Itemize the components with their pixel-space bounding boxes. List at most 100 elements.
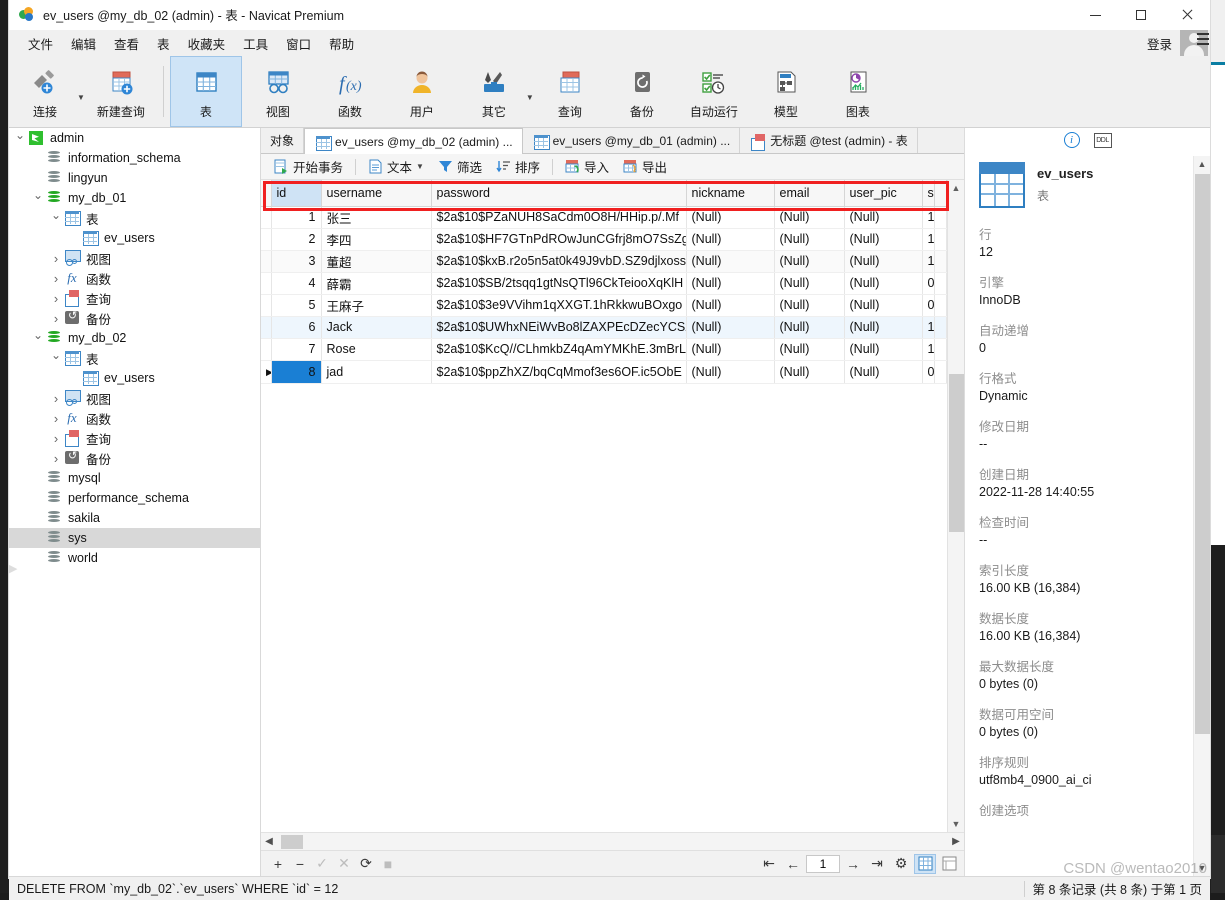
cell-nickname[interactable]: (Null) [686,272,775,295]
export-button[interactable]: 导出 [616,155,674,178]
cell-username[interactable]: 薛霸 [321,272,432,295]
ribbon-query-button[interactable]: 查询 [534,56,606,127]
ddl-tab-icon[interactable]: DDL [1093,132,1112,148]
login-link[interactable]: 登录 [1147,34,1174,53]
scroll-up-icon[interactable]: ▲ [1194,156,1210,172]
tree-item--[interactable]: 表 [9,208,260,228]
editor-tab-1[interactable]: ev_users @my_db_02 (admin) ... [304,128,523,154]
cell-nickname[interactable]: (Null) [686,294,775,317]
chevron-right-icon[interactable] [49,431,63,446]
cell-user_pic[interactable]: (Null) [844,206,923,229]
tree-item-lingyun[interactable]: lingyun [9,168,260,188]
hscroll-thumb[interactable] [281,834,303,849]
cell-user_pic[interactable]: (Null) [844,316,923,339]
cell-id[interactable]: 4 [271,272,322,295]
menu-window[interactable]: 窗口 [277,32,320,55]
ribbon-other-button[interactable]: 其它 [458,56,530,127]
scroll-down-icon[interactable]: ▼ [948,816,964,832]
cell-status[interactable]: 0 [922,272,935,295]
table-row[interactable]: 6 Jack $2a$10$UWhxNEiWvBo8lZAXPEcDZecYCSz(… [261,316,948,339]
tree-item--[interactable]: 备份 [9,308,260,328]
filter-button[interactable]: 筛选 [431,155,489,178]
table-row[interactable]: 1 张三 $2a$10$PZaNUH8SaCdm0O8H/HHip.p/.Mf (Nu… [261,206,948,229]
cell-username[interactable]: 张三 [321,206,432,229]
row-marker[interactable] [261,228,272,251]
tree-item--[interactable]: fx 函数 [9,408,260,428]
cell-id[interactable]: 8 [271,360,322,384]
cell-user_pic[interactable]: (Null) [844,360,923,384]
tree-item-performance_schema[interactable]: performance_schema [9,488,260,508]
cell-nickname[interactable]: (Null) [686,250,775,273]
table-row[interactable]: 5 王麻子 $2a$10$3e9VVihm1qXXGT.1hRkkwuBOxgo (N… [261,294,948,317]
cell-email[interactable]: (Null) [774,338,845,361]
tree-item--[interactable]: 查询 [9,428,260,448]
cell-id[interactable]: 3 [271,250,322,273]
sort-button[interactable]: 排序 [489,155,547,178]
cell-status[interactable]: 1 [922,338,935,361]
tree-item-my_db_02[interactable]: my_db_02 [9,328,260,348]
menu-view[interactable]: 查看 [105,32,148,55]
cell-id[interactable]: 5 [271,294,322,317]
close-button[interactable] [1164,0,1210,30]
grid-vertical-scrollbar[interactable]: ▲ ▼ [947,180,964,832]
cell-status[interactable]: 1 [922,250,935,273]
tree-item-my_db_01[interactable]: my_db_01 [9,188,260,208]
column-header-email[interactable]: email [774,180,845,207]
row-marker[interactable] [261,206,272,229]
cell-username[interactable]: jad [321,360,432,384]
stop-button[interactable]: ■ [377,854,399,874]
next-page-button[interactable]: → [842,854,864,874]
tree-item-sys[interactable]: sys [9,528,260,548]
scroll-down-icon[interactable]: ▼ [1194,860,1210,876]
cell-nickname[interactable]: (Null) [686,206,775,229]
ribbon-new-query-button[interactable]: 新建查询 [85,56,157,127]
apply-changes-button[interactable]: ✓ [311,854,333,874]
cell-password[interactable]: $2a$10$kxB.r2o5n5at0k49J9vbD.SZ9djlxoss [431,250,687,273]
menu-edit[interactable]: 编辑 [62,32,105,55]
table-row[interactable]: ▶8jad$2a$10$ppZhXZ/bqCqMmof3es6OF.ic5ObE… [261,360,948,384]
refresh-button[interactable]: ⟳ [355,854,377,874]
menu-file[interactable]: 文件 [19,32,62,55]
chevron-right-icon[interactable] [49,391,63,406]
ribbon-table-button[interactable]: 表 [169,56,242,127]
scroll-up-icon[interactable]: ▲ [948,180,964,196]
chevron-right-icon[interactable] [49,271,63,286]
ribbon-backup-button[interactable]: 备份 [606,56,678,127]
cell-email[interactable]: (Null) [774,272,845,295]
chevron-right-icon[interactable] [49,451,63,466]
cell-user_pic[interactable]: (Null) [844,250,923,273]
cell-password[interactable]: $2a$10$UWhxNEiWvBo8lZAXPEcDZecYCSz [431,316,687,339]
cell-status[interactable]: 1 [922,228,935,251]
grid-corner-header[interactable] [261,180,272,207]
scroll-left-icon[interactable]: ◀ [261,836,277,847]
cell-password[interactable]: $2a$10$3e9VVihm1qXXGT.1hRkkwuBOxgo [431,294,687,317]
menu-hamburger-icon[interactable] [1197,33,1209,48]
scroll-thumb[interactable] [1195,174,1210,734]
scroll-thumb[interactable] [949,374,964,532]
tree-item-ev_users[interactable]: ev_users [9,368,260,388]
scroll-right-icon[interactable]: ▶ [948,836,964,847]
row-marker[interactable] [261,272,272,295]
cell-nickname[interactable]: (Null) [686,316,775,339]
discard-changes-button[interactable]: ✕ [333,854,355,874]
object-tree-sidebar[interactable]: ▶ admin information_schemalingyun my_db_01… [9,128,261,876]
cell-email[interactable]: (Null) [774,360,845,384]
cell-status[interactable]: 0 [922,360,935,384]
ribbon-function-button[interactable]: f (x) 函数 [314,56,386,127]
background-window-sliver[interactable] [1211,0,1225,893]
grid-view-toggle[interactable] [914,853,936,874]
tree-item--[interactable]: 视图 [9,248,260,268]
cell-id[interactable]: 6 [271,316,322,339]
row-marker[interactable] [261,338,272,361]
add-record-button[interactable]: + [267,854,289,874]
menu-favorites[interactable]: 收藏夹 [179,32,235,55]
editor-tab-3[interactable]: 无标题 @test (admin) - 表 [740,128,918,153]
cell-username[interactable]: 王麻子 [321,294,432,317]
column-header-password[interactable]: password [431,180,687,207]
hscroll-track[interactable] [277,833,948,851]
tree-item--[interactable]: 视图 [9,388,260,408]
column-header-status[interactable]: status [922,180,935,207]
last-page-button[interactable]: ⇥ [866,854,888,874]
chevron-right-icon[interactable] [49,291,63,306]
records-table[interactable]: id username password nickname email user_pic s… [261,180,948,384]
